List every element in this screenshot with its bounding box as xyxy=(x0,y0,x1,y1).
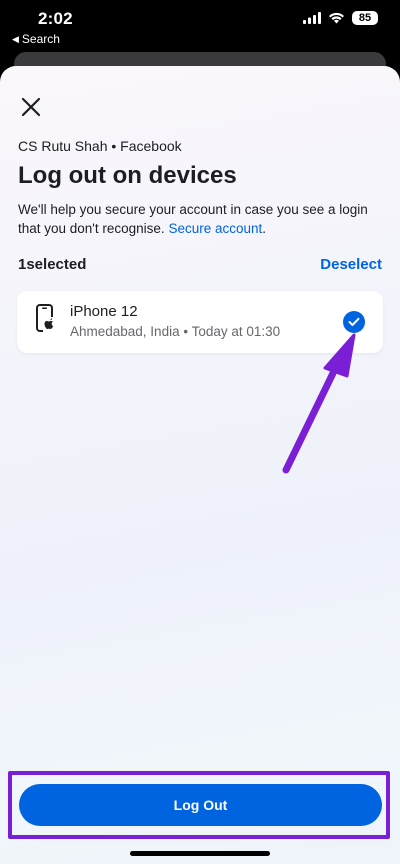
selected-count: 1selected xyxy=(18,256,87,273)
checkmark-icon xyxy=(348,317,360,326)
secure-account-link[interactable]: Secure account xyxy=(168,221,262,236)
description-text: We'll help you secure your account in ca… xyxy=(18,202,368,236)
device-location-time: Ahmedabad, India • Today at 01:30 xyxy=(70,324,281,339)
deselect-button[interactable]: Deselect xyxy=(320,256,382,273)
log-out-button[interactable]: Log Out xyxy=(19,784,382,826)
wifi-icon xyxy=(329,12,344,24)
close-icon xyxy=(21,97,41,117)
status-bar: 2:02 ◀ Search 85 xyxy=(0,0,400,50)
back-arrow-icon: ◀ xyxy=(12,33,19,44)
logout-devices-sheet: CS Rutu Shah • Facebook Log out on devic… xyxy=(0,66,400,864)
close-button[interactable] xyxy=(18,94,44,120)
status-time: 2:02 xyxy=(38,9,73,28)
battery-indicator: 85 xyxy=(352,11,378,25)
account-label: CS Rutu Shah • Facebook xyxy=(18,138,182,154)
back-to-app-link[interactable]: ◀ Search xyxy=(12,32,60,46)
back-app-label: Search xyxy=(21,32,60,46)
device-name: iPhone 12 xyxy=(70,303,138,320)
device-selected-checkbox[interactable] xyxy=(343,311,365,333)
signal-icon xyxy=(303,12,321,24)
phone-icon xyxy=(36,304,57,333)
status-indicators: 85 xyxy=(303,11,378,25)
device-row-iphone[interactable]: iPhone 12 Ahmedabad, India • Today at 01… xyxy=(17,291,383,353)
page-title: Log out on devices xyxy=(18,162,237,189)
home-indicator xyxy=(130,851,270,856)
